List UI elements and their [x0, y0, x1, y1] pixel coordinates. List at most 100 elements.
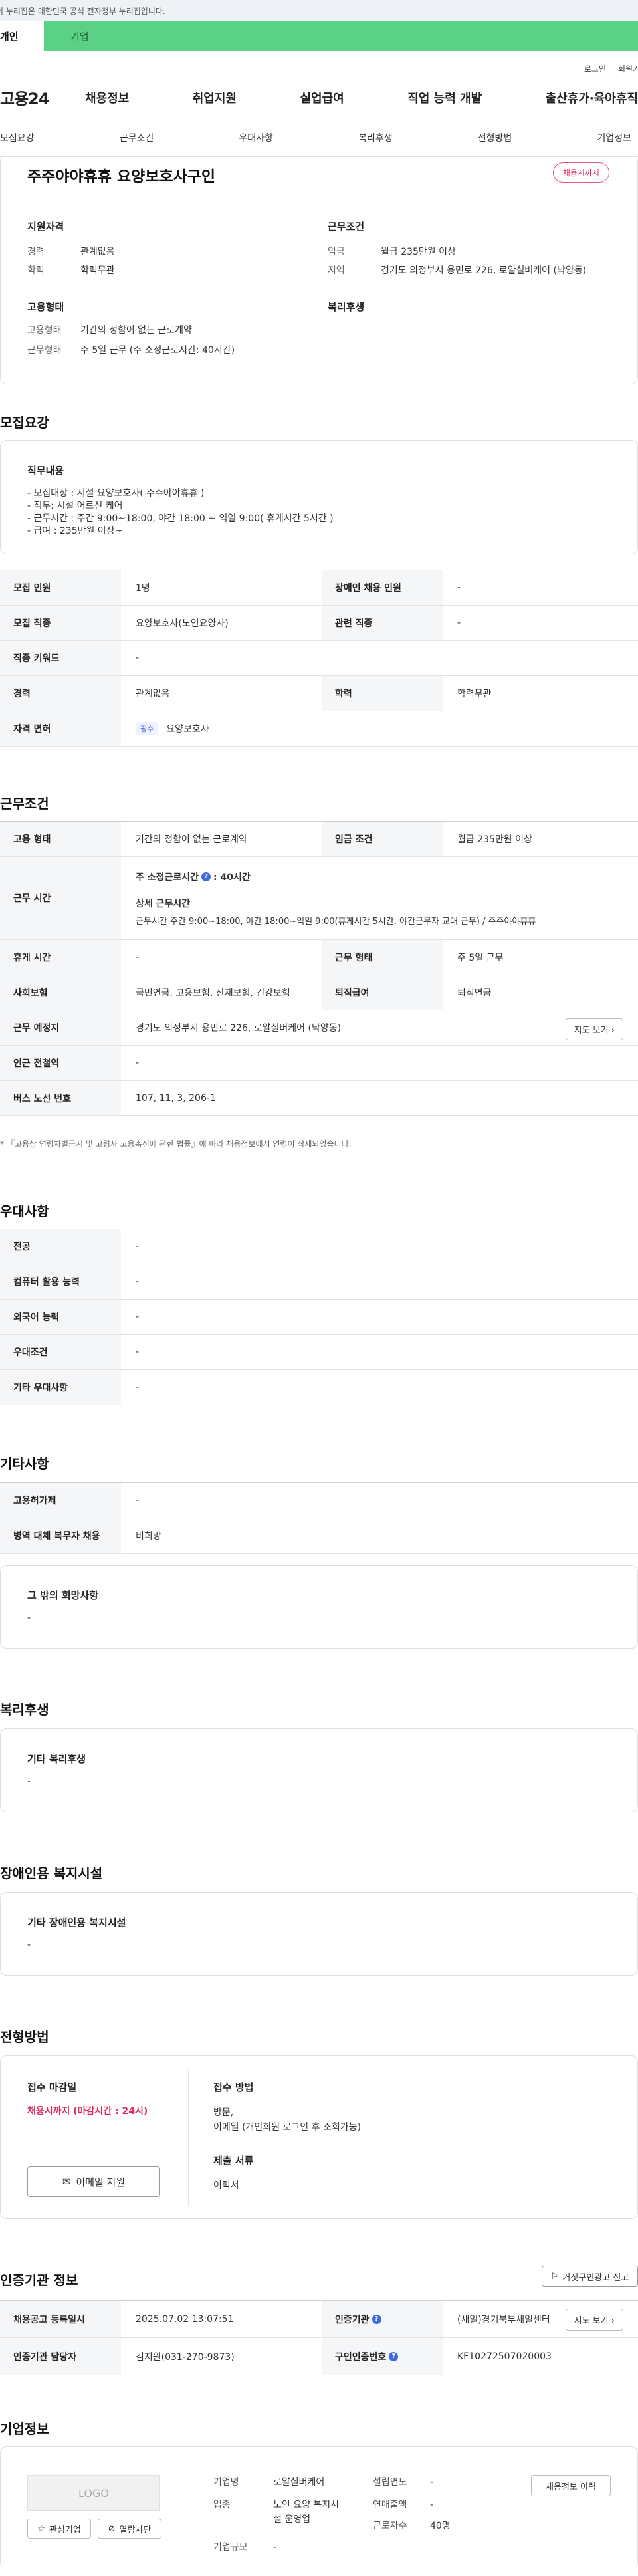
snb-item-preferences[interactable]: 우대사항	[239, 131, 273, 144]
table-header-cell: 인증기관 ?	[322, 2301, 443, 2337]
snb-item-work-conditions[interactable]: 근무조건	[120, 131, 154, 144]
other-wishes-box: 그 밖의 희망사항 -	[0, 1565, 638, 1649]
employment-row: 고용형태 기간의 정함이 없는 근로계약	[27, 323, 192, 336]
snb-item-welfare[interactable]: 복리후생	[358, 131, 393, 144]
company-info-row: 설립연도 -	[373, 2475, 433, 2490]
info-icon[interactable]: ?	[201, 872, 211, 881]
disabled-facility-box-value: -	[27, 1940, 31, 1950]
gnb-item-unemployment-benefit[interactable]: 실업급여	[300, 89, 344, 106]
company-info-row: 근로자수 40명	[373, 2519, 451, 2533]
table-cell: -	[136, 1382, 140, 1393]
screening-section-title: 전형방법	[0, 2029, 49, 2045]
table-header-cell: 우대조건	[0, 1335, 121, 1369]
table-header-cell: 인증기관 담당자	[0, 2338, 121, 2375]
map-view-button[interactable]: 지도 보기 ›	[565, 1018, 623, 1040]
company-info-label: 기업규모	[213, 2542, 248, 2553]
email-apply-button[interactable]: ✉ 이메일 지원	[27, 2166, 160, 2197]
license-value: 요양보호사	[166, 724, 209, 735]
employment-row: 근무형태 주 5일 근무 (주 소정근로시간: 40시간)	[27, 343, 235, 356]
table-cell: -	[136, 1241, 140, 1252]
recruit-table: 모집 인원 1명 장애인 채용 인원 - 모집 직종 요양보호사(노인요양사) …	[0, 570, 638, 747]
info-icon[interactable]: ?	[389, 2351, 399, 2361]
snb-item-recruit[interactable]: 모집요강	[0, 131, 35, 144]
global-menu: 채용정보 취업지원 실업급여 직업 능력 개발 출산휴가·육아휴직	[85, 89, 638, 106]
snb-item-company[interactable]: 기업정보	[597, 131, 631, 144]
company-info-row: 연매출액 -	[373, 2498, 433, 2512]
company-info-row: 기업규모 -	[213, 2540, 276, 2555]
login-link[interactable]: 로그인	[584, 63, 606, 74]
block-view-button[interactable]: ⊘ 열람차단	[98, 2519, 161, 2539]
qualification-label: 학력	[27, 265, 45, 276]
detail-hours-title: 상세 근무시간	[136, 898, 191, 909]
employment-value: 주 5일 근무 (주 소정근로시간: 40시간)	[80, 345, 235, 356]
qualification-row: 학력 학력무관	[27, 263, 115, 277]
documents-value: 이력서	[213, 2180, 239, 2191]
info-icon[interactable]: ?	[372, 2314, 381, 2324]
interest-company-button[interactable]: ☆ 관심기업	[27, 2519, 91, 2539]
table-cell: 요양보호사(노인요양사)	[136, 618, 229, 629]
employment-value: 기간의 정함이 없는 근로계약	[80, 325, 192, 336]
duty-box: 직무내용 - 모집대상 : 시설 요양보호사( 주주야야휴휴 ) - 직무: 시…	[0, 440, 638, 554]
company-info-value: -	[430, 2500, 434, 2510]
qualification-label: 경력	[27, 247, 45, 257]
table-header-cell: 고용허가제	[0, 1483, 121, 1518]
section-nav: 모집요강 근무조건 우대사항 복리후생 전형방법 기업정보	[0, 118, 638, 157]
table-header-cell: 학력	[322, 676, 443, 711]
table-cell: 학력무관	[457, 689, 492, 699]
gnb-item-parental-leave[interactable]: 출산휴가·육아휴직	[546, 89, 638, 106]
table-row: 전공 -	[0, 1229, 638, 1264]
table-header-cell: 휴게 시간	[0, 940, 121, 975]
table-cell: 필수 요양보호사	[121, 711, 638, 746]
certification-table: 채용공고 등록일시 2025.07.02 13:07:51 인증기관 ? (새일…	[0, 2300, 638, 2375]
table-row: 외국어 능력 -	[0, 1300, 638, 1335]
table-cell: -	[136, 653, 140, 663]
welfare-section-title: 복리후생	[0, 1702, 49, 1718]
snb-item-screening[interactable]: 전형방법	[478, 131, 512, 144]
table-cell: 퇴직연금	[457, 988, 492, 998]
job-title: 주주야야휴휴 요양보호사구인	[27, 168, 216, 185]
table-cell: 월급 235만원 이상	[457, 834, 532, 845]
table-cell: 주 소정근로시간 ? : 40시간 상세 근무시간 근무시간 주간 9:00~1…	[121, 857, 638, 939]
table-header-cell: 기타 우대사항	[0, 1370, 121, 1405]
gnb-item-jobs[interactable]: 채용정보	[85, 89, 129, 106]
table-cell: 107, 11, 3, 206-1	[136, 1093, 216, 1104]
table-cell: 관계없음	[136, 689, 170, 699]
work-value: 경기도 의정부시 용민로 226, 로얄실버케어 (낙양동)	[381, 265, 587, 276]
tab-personal[interactable]: 개인	[0, 21, 44, 51]
interest-company-label: 관심기업	[49, 2525, 81, 2535]
site-logo[interactable]: 고용24	[0, 86, 85, 109]
table-cell: 국민연금, 고용보험, 산재보험, 건강보험	[136, 988, 290, 998]
table-cell: KF10272507020003	[457, 2351, 552, 2362]
table-cell: -	[457, 618, 461, 628]
signup-link[interactable]: 회원가입	[618, 63, 637, 74]
tab-corporate[interactable]: 기업	[44, 21, 638, 51]
gnb-item-employment-support[interactable]: 취업지원	[193, 89, 237, 106]
table-cell: -	[136, 1276, 140, 1287]
table-cell: 김지원(031-270-9873)	[136, 2351, 235, 2363]
certifier-map-button[interactable]: 지도 보기 ›	[565, 2309, 623, 2331]
table-header-cell: 자격 면허	[0, 711, 121, 746]
duty-line: - 직무: 시설 어르신 케어	[27, 501, 123, 511]
cert-number-label: 구인인증번호	[335, 2351, 387, 2363]
work-row: 지역 경기도 의정부시 용민로 226, 로얄실버케어 (낙양동)	[328, 263, 586, 277]
table-row: 직종 키워드 -	[0, 641, 638, 676]
certifier-map-label: 지도 보기	[574, 2316, 609, 2326]
table-header-cell: 직종 키워드	[0, 641, 121, 675]
table-row: 사회보험 국민연금, 고용보험, 산재보험, 건강보험 퇴직급여 퇴직연금	[0, 975, 638, 1010]
table-header-cell: 컴퓨터 활용 능력	[0, 1264, 121, 1299]
report-false-ad-button[interactable]: ⚐ 거짓구인광고 신고	[542, 2266, 638, 2287]
company-section-title: 기업정보	[0, 2421, 49, 2437]
required-chip: 필수	[136, 722, 159, 735]
table-cell: -	[136, 1347, 140, 1357]
company-info-label: 기업명	[213, 2477, 239, 2488]
company-info-label: 연매출액	[373, 2500, 407, 2510]
table-cell: -	[136, 1312, 140, 1322]
work-value: 월급 235만원 이상	[381, 247, 456, 257]
company-info-value: -	[273, 2542, 277, 2553]
gnb-item-skills[interactable]: 직업 능력 개발	[407, 89, 482, 106]
table-header-cell: 버스 노선 번호	[0, 1081, 121, 1115]
company-info-value: 노인 요양 복지시설 운영업	[273, 2500, 340, 2525]
table-header-cell: 모집 인원	[0, 570, 121, 605]
table-row: 컴퓨터 활용 능력 -	[0, 1264, 638, 1300]
job-history-button[interactable]: 채용정보 이력	[531, 2475, 611, 2496]
